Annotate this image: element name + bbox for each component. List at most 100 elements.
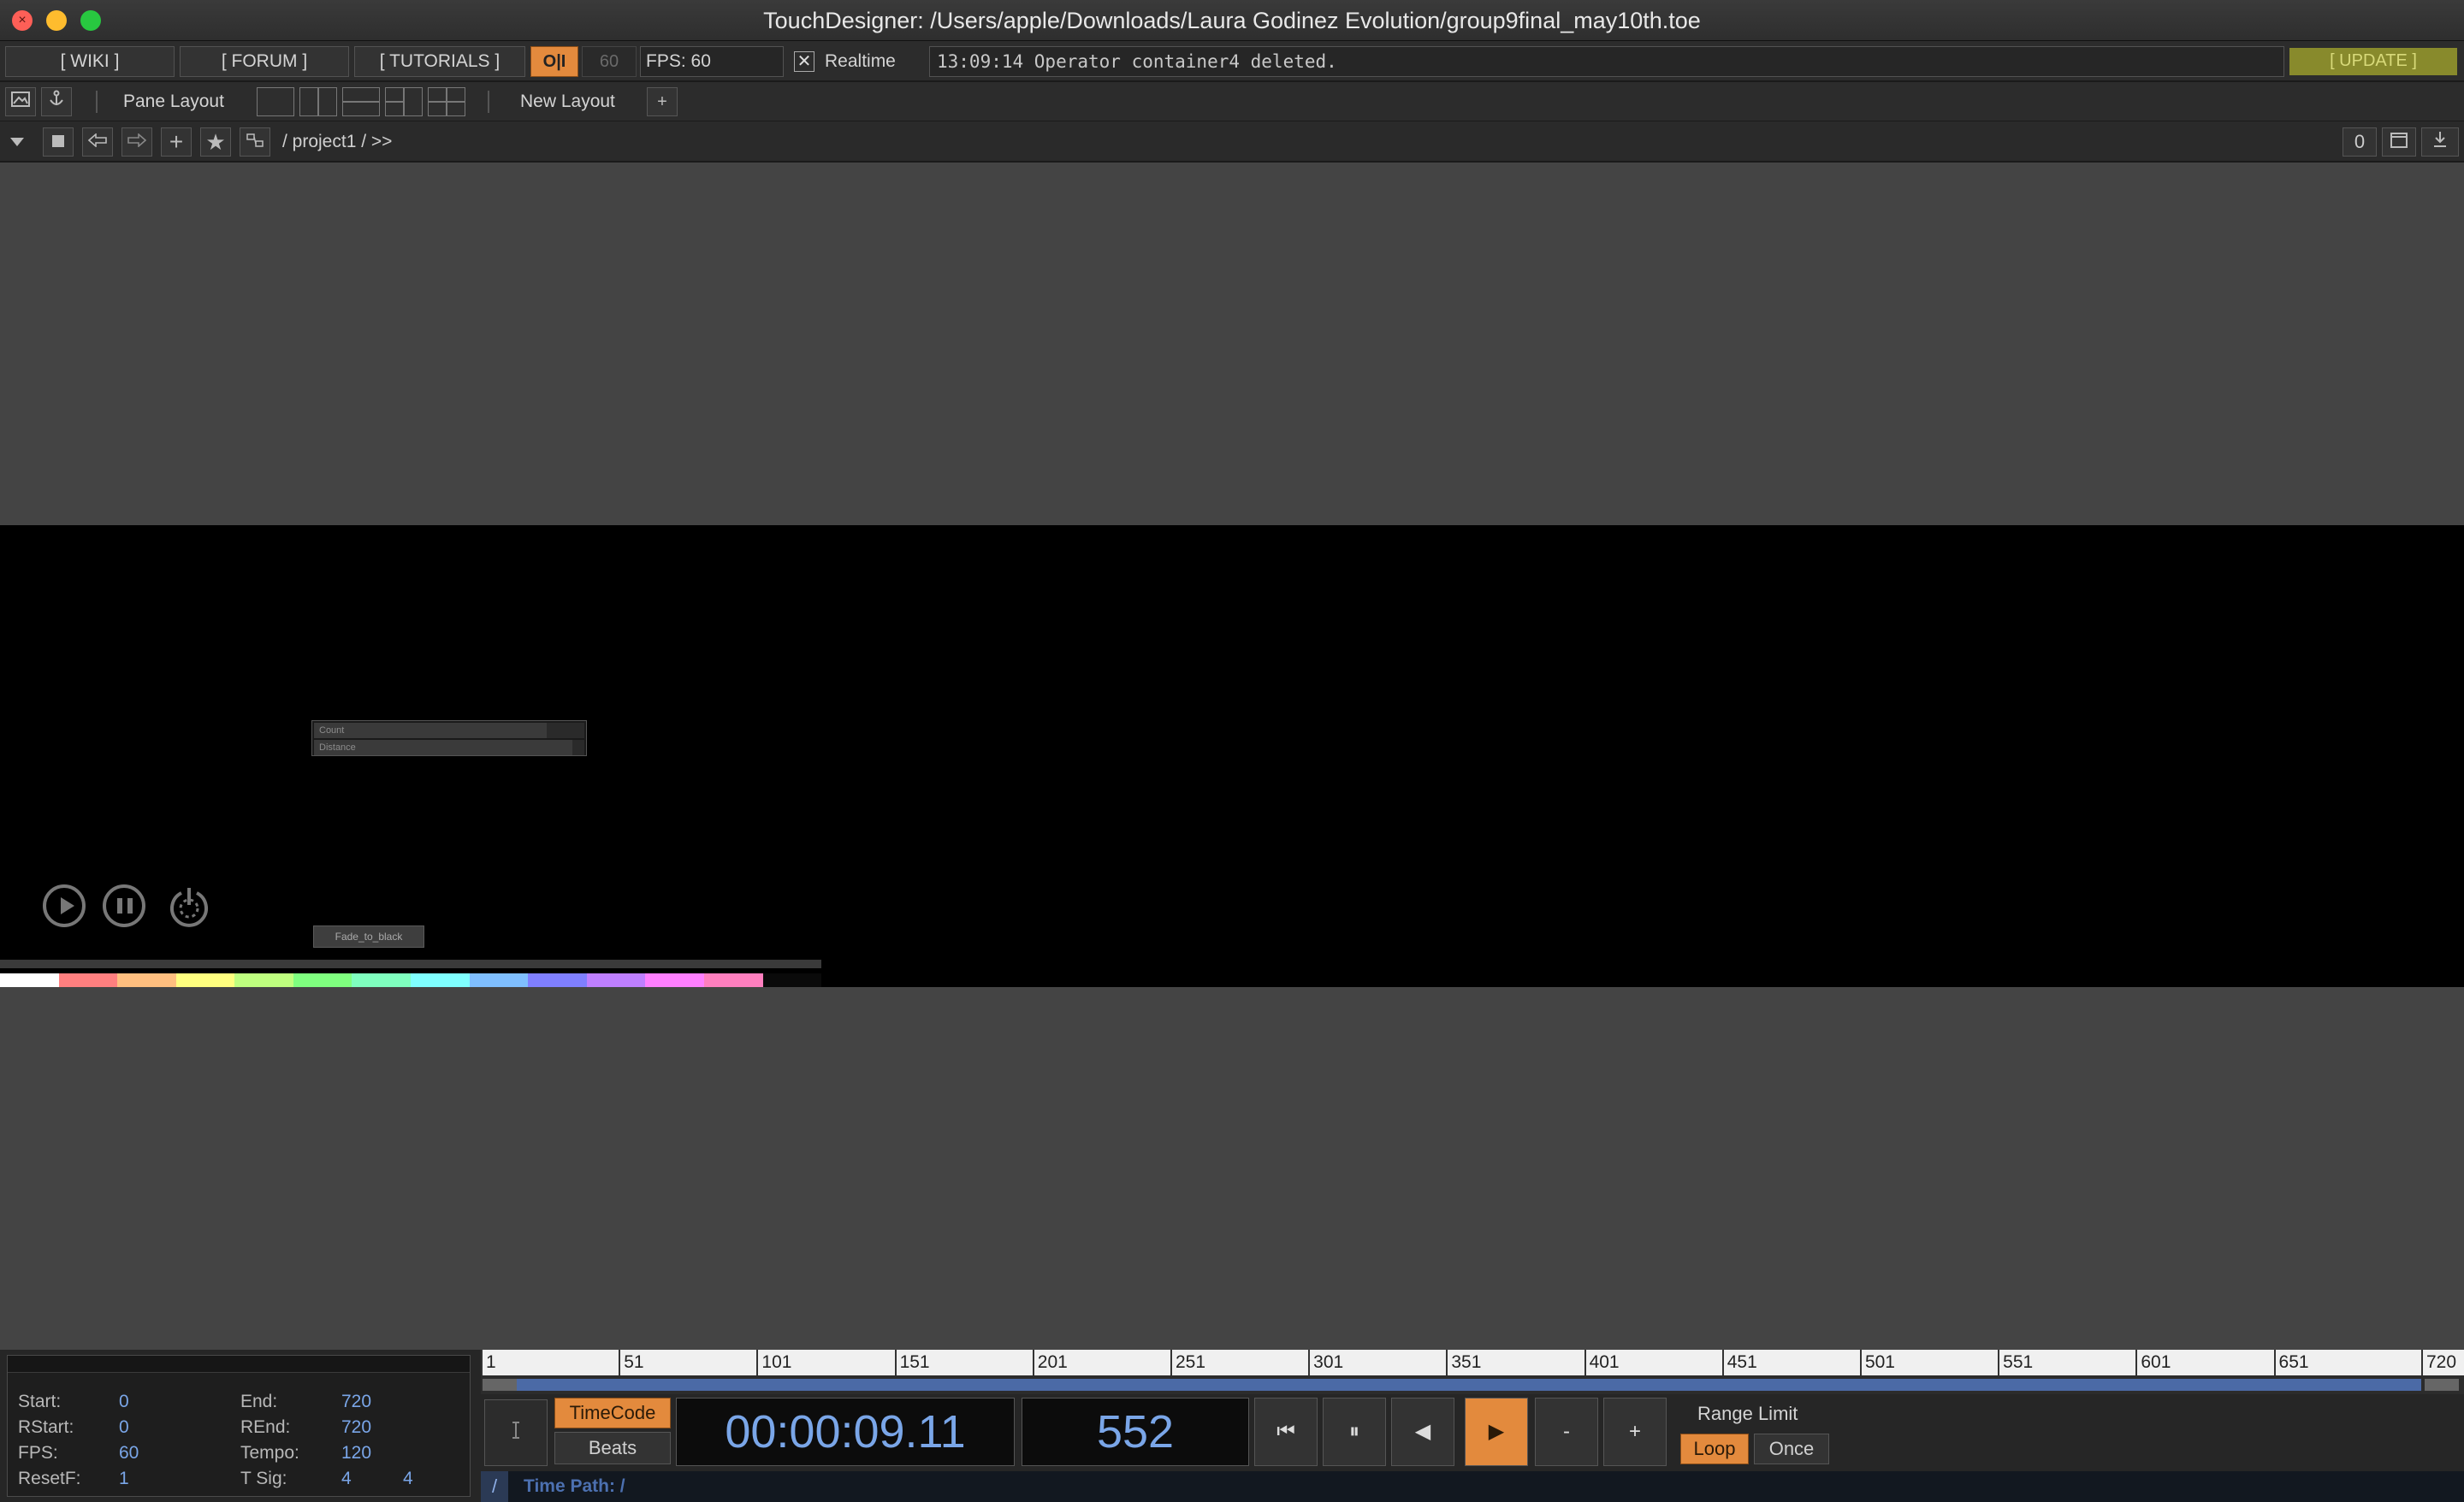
palette-swatch[interactable] — [234, 973, 293, 987]
palette-swatch[interactable] — [0, 973, 59, 987]
stop-button[interactable] — [43, 127, 74, 157]
window-icon — [2390, 133, 2408, 148]
palette-swatch[interactable] — [586, 973, 646, 987]
layout-split-vertical-button[interactable] — [299, 87, 337, 116]
status-message[interactable]: 13:09:14 Operator container4 deleted. — [929, 46, 2284, 77]
distance-slider-handle[interactable] — [572, 740, 584, 755]
star-icon: ★ — [205, 129, 226, 155]
update-button[interactable]: [ UPDATE ] — [2289, 48, 2457, 75]
toolbar-separator — [488, 91, 489, 113]
palette-swatch[interactable] — [703, 973, 763, 987]
wiki-button[interactable]: [ WIKI ] — [5, 46, 175, 77]
forum-button[interactable]: [ FORUM ] — [180, 46, 349, 77]
end-value[interactable]: 720 — [341, 1392, 371, 1412]
rewind-icon: ⏮ — [1276, 1420, 1295, 1443]
count-slider[interactable]: Count — [314, 723, 584, 738]
play-reverse-icon: ◀ — [1414, 1420, 1431, 1443]
pause-icon[interactable] — [103, 884, 145, 927]
back-button[interactable] — [82, 127, 113, 157]
layout-four-pane-button[interactable] — [428, 87, 465, 116]
panel-viewer[interactable]: Count Distance Fade_to_black — [0, 525, 2464, 987]
fps-value[interactable]: 60 — [119, 1443, 139, 1464]
ruler-tick: 551 — [1998, 1350, 2033, 1375]
tempo-label: Tempo: — [240, 1443, 299, 1463]
bookmark-button[interactable]: ★ — [200, 127, 231, 157]
window-title: TouchDesigner: /Users/apple/Downloads/La… — [763, 8, 1701, 33]
timecode-toggle-button[interactable]: TimeCode — [554, 1398, 671, 1428]
range-start-handle[interactable] — [483, 1379, 517, 1391]
timecode-display[interactable]: 00:00:09.11 — [676, 1398, 1015, 1466]
realtime-checkbox[interactable]: ✕ — [794, 51, 814, 72]
beats-toggle-button[interactable]: Beats — [554, 1432, 671, 1464]
tsig-denominator[interactable]: 4 — [403, 1469, 413, 1489]
timeline-ruler[interactable]: 1 51 101 151 201 251 301 351 401 451 501 551 601 651 7… — [481, 1350, 2464, 1375]
slider-panel: Count Distance — [311, 720, 587, 756]
layout-single-button[interactable] — [257, 87, 294, 116]
pane-type-button[interactable] — [5, 87, 36, 116]
view-counter[interactable]: 0 — [2343, 127, 2377, 157]
time-path-root[interactable]: / — [481, 1471, 508, 1502]
step-minus-button[interactable]: - — [1535, 1398, 1598, 1466]
palette-swatch[interactable] — [175, 973, 235, 987]
reset-icon[interactable] — [166, 883, 212, 929]
cook-toggle-button[interactable]: O|I — [530, 46, 578, 77]
home-button[interactable]: + — [161, 127, 192, 157]
start-value[interactable]: 0 — [119, 1392, 129, 1412]
plus-icon: + — [1628, 1420, 1641, 1443]
maximize-pane-button[interactable] — [2382, 127, 2416, 157]
ruler-tick: 601 — [2135, 1350, 2171, 1375]
add-layout-button[interactable]: + — [647, 87, 678, 116]
play-icon[interactable] — [43, 884, 86, 927]
fade-to-black-button[interactable]: Fade_to_black — [313, 925, 424, 948]
start-label: Start: — [18, 1392, 62, 1411]
resetf-value[interactable]: 1 — [119, 1469, 129, 1489]
palette-swatch[interactable] — [58, 973, 118, 987]
layout-three-pane-button[interactable] — [385, 87, 423, 116]
time-path-label: Time Path: / — [524, 1476, 625, 1496]
palette-swatch[interactable] — [293, 973, 352, 987]
tutorials-button[interactable]: [ TUTORIALS ] — [354, 46, 525, 77]
palette-swatch[interactable] — [762, 973, 822, 987]
distance-slider[interactable]: Distance — [314, 740, 584, 755]
network-view-button[interactable] — [240, 127, 270, 157]
palette-swatch[interactable] — [528, 973, 587, 987]
tsig-numerator[interactable]: 4 — [341, 1469, 352, 1489]
tempo-value[interactable]: 120 — [341, 1443, 371, 1464]
step-back-button[interactable]: ◀ — [1391, 1398, 1454, 1466]
count-slider-handle[interactable] — [547, 723, 584, 738]
pane-menu-button[interactable] — [2, 127, 33, 157]
range-limit-label: Range Limit — [1697, 1403, 1798, 1424]
layout-split-horizontal-button[interactable] — [342, 87, 380, 116]
toolbar-separator — [96, 91, 98, 113]
palette-swatch[interactable] — [411, 973, 470, 987]
import-button[interactable] — [2421, 127, 2459, 157]
rewind-button[interactable]: ⏮ — [1254, 1398, 1318, 1466]
ruler-tick: 1 — [481, 1350, 496, 1375]
rend-value[interactable]: 720 — [341, 1417, 371, 1438]
once-button[interactable]: Once — [1754, 1434, 1829, 1464]
timeline-zoom-button[interactable] — [484, 1399, 548, 1466]
range-fill — [517, 1379, 2421, 1391]
range-bar[interactable] — [481, 1375, 2464, 1394]
network-editor-top[interactable] — [0, 163, 2464, 525]
palette-swatch[interactable] — [469, 973, 529, 987]
fps-display: FPS: 60 — [640, 46, 784, 77]
network-path-breadcrumb[interactable]: / project1 / >> — [282, 121, 392, 163]
stop-icon — [52, 135, 64, 147]
step-plus-button[interactable]: + — [1603, 1398, 1667, 1466]
forward-button[interactable] — [121, 127, 152, 157]
frame-display[interactable]: 552 — [1022, 1398, 1249, 1466]
palette-swatch[interactable] — [352, 973, 412, 987]
loop-button[interactable]: Loop — [1680, 1434, 1749, 1464]
ruler-tick: 720 — [2421, 1350, 2456, 1375]
palette-swatch[interactable] — [645, 973, 704, 987]
pause-button[interactable]: ⏸ — [1323, 1398, 1386, 1466]
new-layout-label: New Layout — [520, 92, 615, 111]
ruler-tick: 301 — [1308, 1350, 1343, 1375]
range-end-handle[interactable] — [2425, 1379, 2459, 1391]
palette-swatch[interactable] — [117, 973, 176, 987]
play-button[interactable]: ▶ — [1465, 1398, 1528, 1466]
rstart-value[interactable]: 0 — [119, 1417, 129, 1438]
anchor-button[interactable] — [41, 87, 72, 116]
network-editor-bottom[interactable] — [0, 987, 2464, 1350]
